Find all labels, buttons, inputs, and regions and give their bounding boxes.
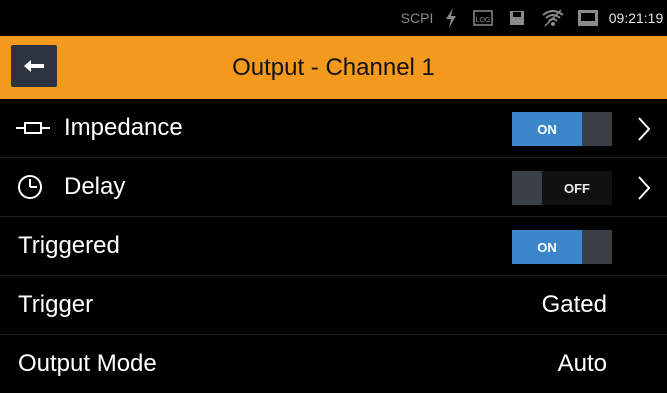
back-arrow-icon: [24, 60, 44, 72]
storage-icon: [506, 0, 528, 36]
output-mode-label: Output Mode: [18, 350, 157, 377]
clock-time: 09:21:19: [608, 10, 664, 26]
delay-row[interactable]: Delay OFF: [0, 158, 667, 217]
chevron-right-icon[interactable]: [634, 112, 654, 146]
toggle-knob: [582, 230, 612, 264]
svg-text:LOG: LOG: [476, 17, 491, 24]
clock-icon: [16, 174, 50, 200]
lightning-icon: [440, 0, 462, 36]
output-mode-row[interactable]: Output Mode Auto: [0, 335, 667, 393]
impedance-label: Impedance: [64, 114, 183, 141]
delay-toggle[interactable]: OFF: [512, 171, 612, 205]
wifi-icon: [540, 0, 566, 36]
trigger-row[interactable]: Trigger Gated: [0, 276, 667, 335]
impedance-toggle[interactable]: ON: [512, 112, 612, 146]
toggle-knob: [582, 112, 612, 146]
toggle-state: ON: [512, 230, 582, 264]
toggle-state: ON: [512, 112, 582, 146]
impedance-row[interactable]: Impedance ON: [0, 99, 667, 158]
chevron-right-icon[interactable]: [634, 171, 654, 205]
status-bar: SCPI LOG 09:21:19: [0, 0, 667, 36]
toggle-knob: [512, 171, 542, 205]
scpi-indicator: SCPI: [400, 10, 434, 26]
back-button[interactable]: [11, 45, 57, 87]
impedance-icon: [16, 115, 50, 141]
triggered-label: Triggered: [18, 232, 120, 259]
toggle-state: OFF: [542, 171, 612, 205]
page-title: Output - Channel 1: [232, 53, 435, 81]
delay-label: Delay: [64, 173, 126, 200]
triggered-toggle[interactable]: ON: [512, 230, 612, 264]
log-icon: LOG: [472, 0, 494, 36]
triggered-row[interactable]: Triggered ON: [0, 217, 667, 276]
trigger-label: Trigger: [18, 291, 94, 318]
screen-icon: [574, 0, 602, 36]
output-mode-value[interactable]: Auto: [558, 335, 607, 393]
trigger-value[interactable]: Gated: [542, 276, 607, 334]
